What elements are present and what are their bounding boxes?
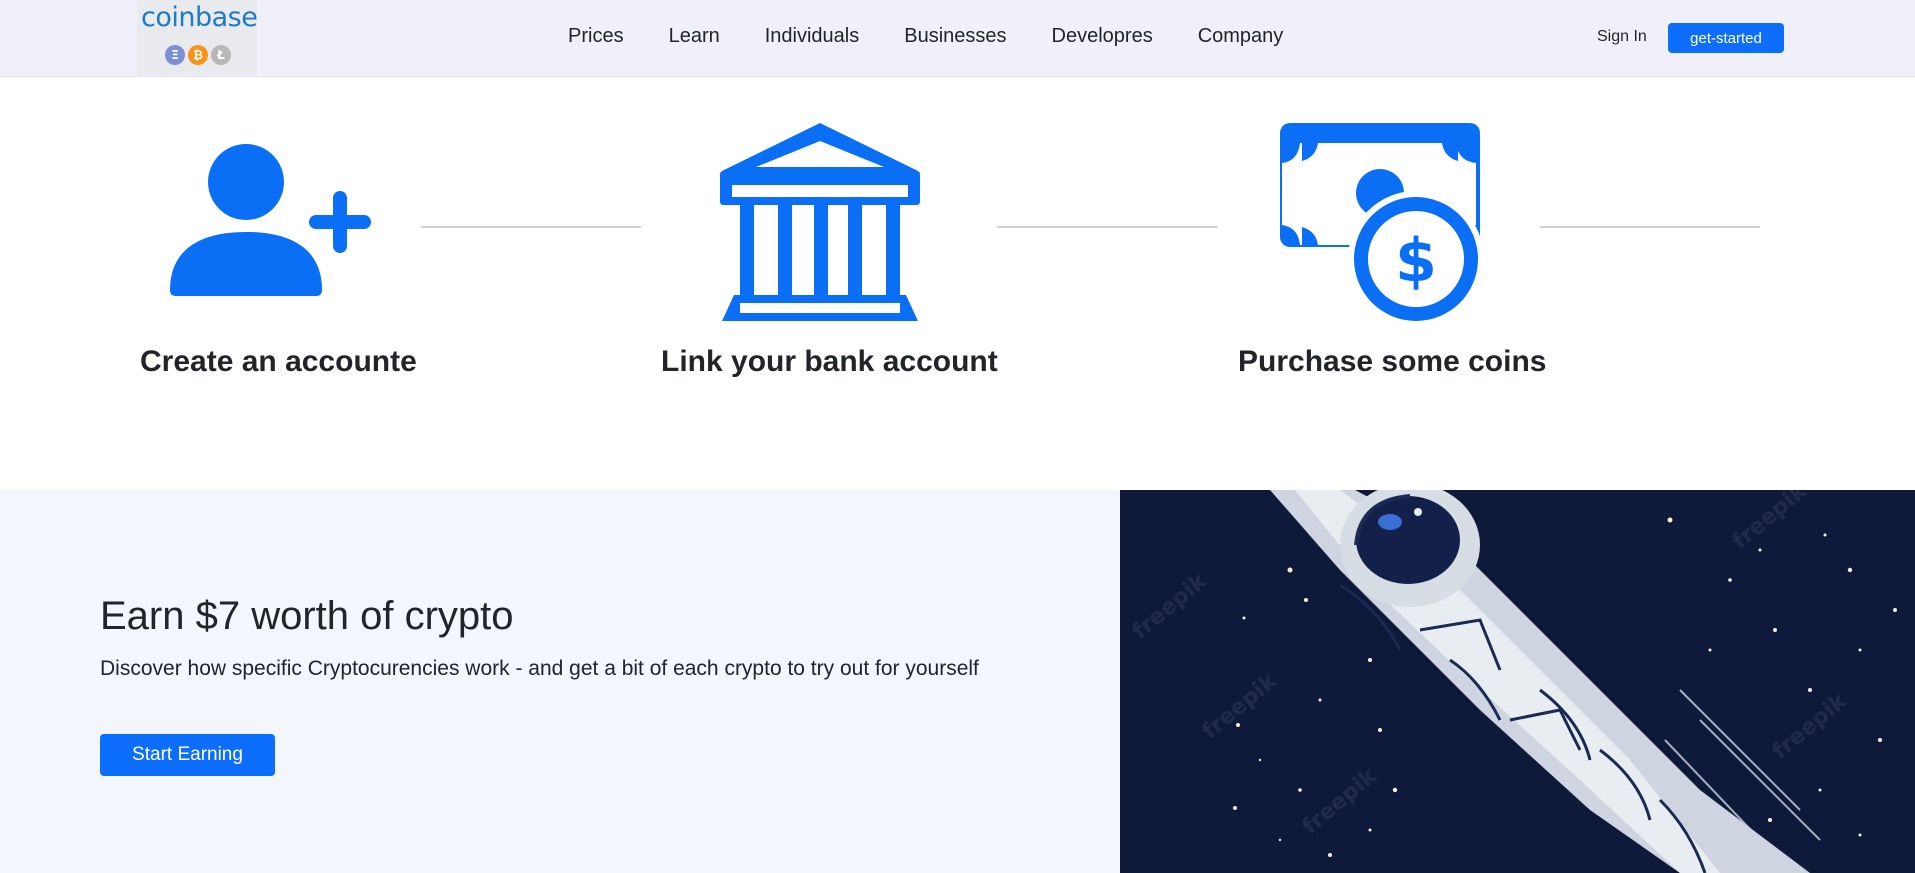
step-title-link-bank: Link your bank account [661, 345, 998, 378]
litecoin-icon: Ł [211, 45, 231, 65]
earn-description: Discover how specific Cryptocurencies wo… [100, 657, 979, 680]
bitcoin-icon: ₿ [188, 45, 208, 65]
start-earning-button[interactable]: Start Earning [100, 734, 275, 776]
nav-link-individuals[interactable]: Individuals [765, 25, 860, 48]
astronaut-image: freepik freepik freepik freepik freepik [1120, 490, 1915, 873]
nav-link-developers[interactable]: Developres [1052, 25, 1153, 48]
earn-title: Earn $7 worth of crypto [100, 594, 514, 638]
step-connector [1540, 226, 1760, 228]
step-connector [421, 226, 641, 228]
steps-section: $ Create an accounte Link your bank acco… [0, 78, 1915, 490]
nav-link-company[interactable]: Company [1198, 25, 1284, 48]
astronaut-illustration: freepik freepik freepik freepik freepik [1120, 490, 1915, 873]
sign-in-link[interactable]: Sign In [1597, 28, 1647, 46]
logo-coins: Ξ ₿ Ł [165, 45, 231, 65]
step-connector [997, 226, 1218, 228]
svg-text:$: $ [1395, 226, 1437, 296]
ethereum-icon: Ξ [165, 45, 185, 65]
nav-link-businesses[interactable]: Businesses [904, 25, 1006, 48]
step-title-purchase-coins: Purchase some coins [1238, 345, 1547, 378]
step-title-create-account: Create an accounte [140, 345, 417, 378]
earn-section: Earn $7 worth of crypto Discover how spe… [0, 490, 1120, 873]
navbar: coinbase Ξ ₿ Ł Prices Learn Individuals … [0, 0, 1915, 77]
nav-link-prices[interactable]: Prices [568, 25, 624, 48]
nav-link-learn[interactable]: Learn [669, 25, 720, 48]
coinbase-logo[interactable]: coinbase Ξ ₿ Ł [137, 0, 258, 75]
add-user-icon [170, 144, 371, 296]
get-started-button[interactable]: get-started [1668, 23, 1784, 53]
money-coin-icon: $ [1280, 123, 1482, 323]
main-nav: Prices Learn Individuals Businesses Deve… [568, 25, 1328, 48]
logo-text: coinbase [141, 2, 258, 33]
bank-icon [720, 123, 920, 321]
